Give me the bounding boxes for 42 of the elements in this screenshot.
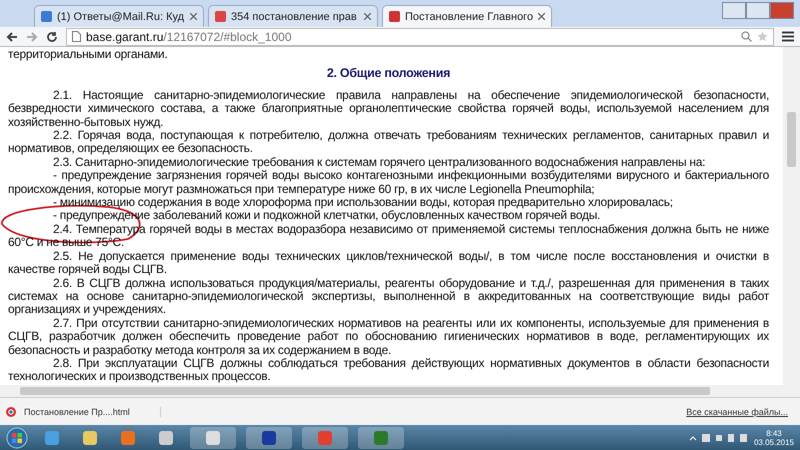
back-icon[interactable] — [6, 30, 18, 42]
paragraph-text: 2.5. Не допускается применение воды технических циклов/технической воды/, в том числе после восстановления и очистки в качестве горячей воды СЦГВ. — [8, 250, 769, 276]
paragraph-text: - минимизацию содержания в воде хлороформа при использовании воды, которая предварительно хлорировалась; — [53, 196, 674, 210]
paragraph-text: - предупреждение загрязнения горячей воды высоко контагенозными инфекционными возбудителями вирусного и бактериального происхождения, которые могут размножаться при температуре ниже 60 гр, в их числе Legionella Pneumophila; — [8, 169, 769, 196]
reload-icon[interactable] — [46, 30, 58, 42]
maximize-button[interactable] — [746, 2, 770, 19]
close-icon[interactable] — [364, 13, 371, 20]
paragraph-text: 2.8. При эксплуатации СЦГВ должны соблюдаться требования действующих нормативных документов в области безопасности технологических и производственных процессов. — [8, 356, 769, 384]
paragraph-text: 2.2. Горячая вода, поступающая к потребителю, должна отвечать требованиям технических регламентов, санитарных правил и нормативов, определяющих ее безопасность. — [8, 129, 769, 156]
favicon-icon — [389, 11, 400, 22]
paragraph-text: 2.3. Санитарно-эпидемиологические требования к системам горячего централизованного водоснабжения направлены на: — [52, 156, 706, 170]
download-item[interactable]: Постановление Пр....html — [6, 406, 161, 416]
taskbar-app-icon[interactable] — [358, 426, 404, 448]
tray-icons[interactable] — [688, 432, 748, 442]
favicon-icon — [215, 11, 226, 22]
star-icon[interactable] — [757, 31, 768, 42]
horizontal-scrollbar[interactable] — [0, 385, 800, 397]
vertical-scrollbar[interactable] — [783, 47, 800, 385]
chrome-icon — [6, 406, 16, 416]
taskbar-app-icon[interactable] — [190, 426, 236, 448]
page-icon — [72, 31, 81, 42]
menu-icon[interactable] — [782, 31, 794, 42]
clock[interactable]: 8:43 03.05.2015 — [754, 428, 794, 446]
browser-tab[interactable]: (1) Ответы@Mail.Ru: Куд — [34, 5, 204, 27]
paragraph-text: 2.1. Настоящие санитарно-эпидемиологические правила направлены на обеспечение эпидемиологической безопасности, безвредности химического состава, а также благоприятные органолептические свойства горячей воды, используемой населением для хозяйственно-бытовых нужд. — [8, 88, 769, 130]
favicon-icon — [41, 11, 52, 22]
start-icon[interactable] — [6, 426, 28, 448]
section-heading: 2. Общие положения — [326, 67, 452, 81]
close-icon[interactable] — [538, 13, 546, 20]
paragraph-text: 2.6. В СЦГВ должна использоваться продукция/материалы, реагенты оборудование и т.д./, разрешенная для применения в таких системах на основе санитарно-эпидемиологической экспертизы, выполненной в аккредитованных на соответствующие виды работ организациях и учреждениях. — [8, 276, 769, 317]
minimize-button[interactable] — [722, 2, 746, 19]
paragraph-text: территориальными органами. — [8, 48, 168, 62]
browser-tab[interactable]: Постановление Главного — [382, 5, 552, 27]
paragraph-text: 2.7. При отсутствии санитарно-эпидемиологических нормативов на реагенты или их компоненты, используемые для применения в СЦГВ, разработчик должен обеспечить проведение работ по обоснованию гигиенических нормативов в воде, регламентирующих их безопасность и разработку метода контроля за их содержанием в воде. — [8, 316, 769, 357]
url-text: base.garant.ru/12167072/#block_1000 — [86, 30, 292, 44]
zoom-icon[interactable] — [741, 31, 752, 42]
show-all-downloads-link[interactable]: Все скачанные файлы... — [686, 406, 788, 416]
browser-tab[interactable]: 354 постановление прав — [208, 5, 378, 27]
address-field[interactable]: base.garant.ru/12167072/#block_1000 — [66, 28, 774, 46]
forward-icon[interactable] — [26, 30, 38, 42]
taskbar-app-icon[interactable] — [246, 426, 292, 448]
close-icon[interactable] — [190, 13, 197, 20]
